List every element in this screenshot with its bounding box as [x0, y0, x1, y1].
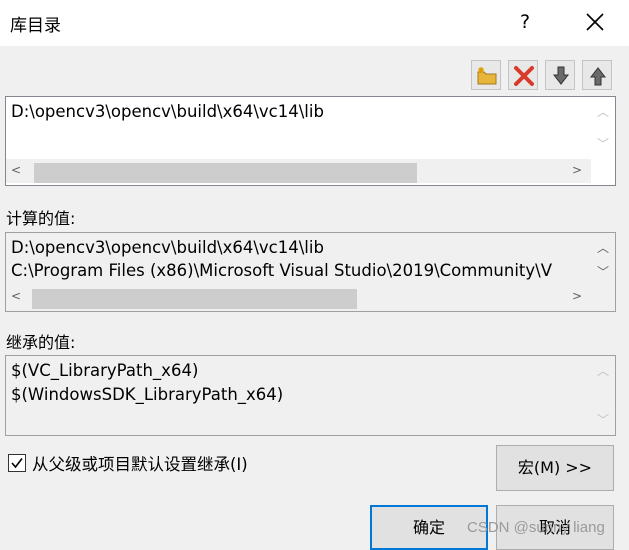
checkmark-icon [11, 458, 23, 469]
macros-button[interactable]: 宏(M) >> [496, 445, 614, 491]
help-button[interactable]: ? [514, 8, 536, 36]
inherited-label: 继承的值: [6, 333, 76, 352]
computed-label: 计算的值: [6, 209, 76, 228]
inherited-values-box: $(VC_LibraryPath_x64) $(WindowsSDK_Libra… [5, 355, 616, 436]
computed-line: D:\opencv3\opencv\build\x64\vc14\lib [11, 238, 324, 257]
scroll-down-icon[interactable]: ﹀ [591, 411, 615, 428]
scroll-right-icon[interactable]: > [569, 289, 585, 303]
computed-vertical-scrollbar[interactable]: ︿ ﹀ [591, 233, 615, 287]
computed-horizontal-scrollbar[interactable]: < > [6, 285, 591, 309]
computed-line: C:\Program Files (x86)\Microsoft Visual … [11, 261, 552, 280]
inherit-checkbox-row[interactable]: 从父级或项目默认设置继承(I) [8, 451, 248, 475]
inherited-vertical-scrollbar[interactable]: ︿ ﹀ [591, 356, 615, 435]
computed-scroll-thumb[interactable] [32, 289, 357, 309]
scroll-up-icon[interactable]: ︿ [591, 362, 615, 379]
delete-icon [514, 66, 534, 86]
delete-line-button[interactable] [508, 60, 538, 90]
scroll-left-icon[interactable]: < [8, 163, 24, 177]
title-bar: 库目录 ? [0, 0, 629, 46]
inherit-checkbox[interactable] [8, 454, 26, 472]
editor-scroll-thumb[interactable] [34, 163, 417, 183]
inherited-line: $(VC_LibraryPath_x64) [11, 361, 199, 380]
directory-editor[interactable]: D:\opencv3\opencv\build\x64\vc14\lib ︿ ﹀… [5, 96, 616, 186]
editor-line[interactable]: D:\opencv3\opencv\build\x64\vc14\lib [11, 102, 324, 121]
move-down-button[interactable] [545, 60, 575, 90]
scroll-up-icon[interactable]: ︿ [591, 103, 615, 120]
watermark: CSDN @sunny liang [467, 519, 605, 536]
inherited-line: $(WindowsSDK_LibraryPath_x64) [11, 385, 284, 404]
computed-values-box: D:\opencv3\opencv\build\x64\vc14\lib C:\… [5, 232, 616, 312]
new-line-button[interactable] [471, 60, 501, 90]
editor-horizontal-scrollbar[interactable]: < > [6, 159, 591, 183]
move-up-button[interactable] [582, 60, 612, 90]
scroll-down-icon[interactable]: ﹀ [591, 263, 615, 280]
new-folder-icon [477, 67, 497, 85]
scroll-right-icon[interactable]: > [569, 163, 585, 177]
window-title: 库目录 [10, 16, 61, 36]
scroll-left-icon[interactable]: < [8, 289, 24, 303]
inherit-checkbox-label[interactable]: 从父级或项目默认设置继承(I) [32, 451, 248, 475]
editor-vertical-scrollbar[interactable]: ︿ ﹀ [591, 97, 615, 161]
arrow-up-icon [589, 67, 607, 86]
close-icon[interactable] [583, 10, 607, 34]
scroll-down-icon[interactable]: ﹀ [591, 135, 615, 152]
arrow-down-icon [552, 66, 570, 85]
scroll-up-icon[interactable]: ︿ [591, 239, 615, 256]
